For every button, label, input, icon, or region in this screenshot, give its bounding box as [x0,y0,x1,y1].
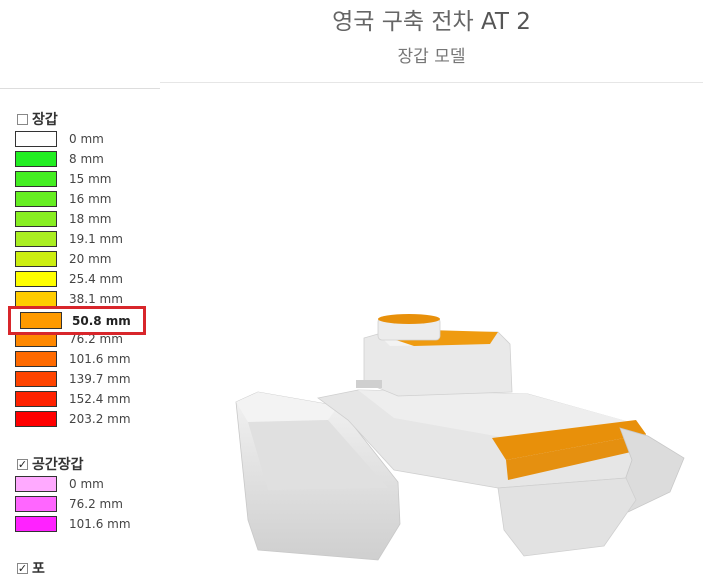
armor-legend-item-label: 38.1 mm [69,292,123,306]
armor-legend-item-swatch [15,391,57,407]
spaced-armor-legend-item-label: 101.6 mm [69,517,131,531]
page-title: 영국 구축 전차 AT 2 [160,2,703,36]
armor-legend-item-row: 19.1 mm [14,229,131,249]
armor-legend-item-swatch [15,151,57,167]
armor-legend-item-swatch [15,131,57,147]
armor-legend-list: 0 mm 8 mm 15 mm 16 mm 18 mm 19.1 mm 20 mm 25.4 … [14,129,131,429]
armor-legend-header[interactable]: 장갑 [14,109,131,129]
front-track [497,477,637,557]
armor-legend-item-label: 20 mm [69,252,112,266]
armor-legend-item-label: 152.4 mm [69,392,131,406]
armor-legend-item-swatch [15,171,57,187]
armor-legend-item-label: 19.1 mm [69,232,123,246]
spaced-armor-legend-item-row: 0 mm [14,474,131,494]
spaced-armor-legend-item-swatch [15,496,57,512]
armor-legend-item-label: 139.7 mm [69,372,131,386]
armor-legend-item-row: 8 mm [14,149,131,169]
gun-legend-label: 포 [32,561,45,577]
armor-legend-item-row: 203.2 mm [14,409,131,429]
armor-legend-item-label: 8 mm [69,152,104,166]
armor-legend: 장갑 0 mm 8 mm 15 mm 16 mm 18 mm 19.1 mm 20 mm 25… [14,109,131,429]
divider [0,88,160,89]
armor-legend-item-swatch [15,191,57,207]
cupola-top-armor [378,314,440,324]
spaced-armor-legend-item-row: 76.2 mm [14,494,131,514]
armor-legend-item-swatch [15,231,57,247]
armor-legend-item-row: 16 mm [14,189,131,209]
title-prefix: 영국 구축 전차 [332,9,474,35]
armor-legend-item-swatch [15,251,57,267]
left-fender [236,392,338,422]
divider [160,82,703,83]
armor-legend-item-label: 0 mm [69,132,104,146]
armor-legend-item-swatch [15,371,57,387]
armor-legend-item-swatch [15,271,57,287]
armor-legend-item-row: 20 mm [14,249,131,269]
armor-legend-item-label: 25.4 mm [69,272,123,286]
gun-legend: ✓ 포 [14,558,45,578]
armor-legend-item-label: 203.2 mm [69,412,131,426]
highlighted-armor-swatch [20,312,62,329]
gun-legend-header[interactable]: ✓ 포 [14,558,45,578]
gun-checkbox[interactable]: ✓ [17,562,28,574]
armor-legend-item-swatch [15,351,57,367]
highlighted-armor-label: 50.8 mm [72,313,131,328]
spaced-armor-legend-label: 공간장갑 [32,457,84,473]
spaced-armor-legend: ✓ 공간장갑 0 mm 76.2 mm 101.6 mm [14,454,131,534]
armor-legend-item-label: 16 mm [69,192,112,206]
title-model: AT 2 [480,9,531,35]
spaced-armor-legend-item-swatch [15,516,57,532]
armor-legend-item-row: 25.4 mm [14,269,131,289]
spaced-armor-legend-item-swatch [15,476,57,492]
spaced-armor-legend-item-row: 101.6 mm [14,514,131,534]
armor-legend-item-label: 15 mm [69,172,112,186]
tank-armor-model[interactable] [228,310,698,572]
armor-legend-label: 장갑 [32,112,58,128]
spaced-armor-legend-header[interactable]: ✓ 공간장갑 [14,454,131,474]
armor-legend-item-label: 101.6 mm [69,352,131,366]
gun-stub [356,380,382,388]
armor-legend-item-row: 152.4 mm [14,389,131,409]
armor-legend-item-swatch [15,411,57,427]
spaced-armor-legend-list: 0 mm 76.2 mm 101.6 mm [14,474,131,534]
spaced-armor-checkbox[interactable]: ✓ [17,458,28,470]
armor-legend-item-swatch [15,291,57,307]
armor-legend-item-row: 0 mm [14,129,131,149]
armor-legend-item-row: 101.6 mm [14,349,131,369]
armor-legend-item-row: 18 mm [14,209,131,229]
armor-legend-item-swatch [15,211,57,227]
spaced-armor-legend-item-label: 0 mm [69,477,104,491]
highlighted-armor-callout: 50.8 mm [8,306,146,335]
armor-legend-item-label: 18 mm [69,212,112,226]
spaced-armor-legend-item-label: 76.2 mm [69,497,123,511]
armor-legend-item-row: 15 mm [14,169,131,189]
page-subtitle: 장갑 모델 [397,47,466,67]
armor-legend-item-row: 139.7 mm [14,369,131,389]
armor-checkbox[interactable] [17,113,28,125]
